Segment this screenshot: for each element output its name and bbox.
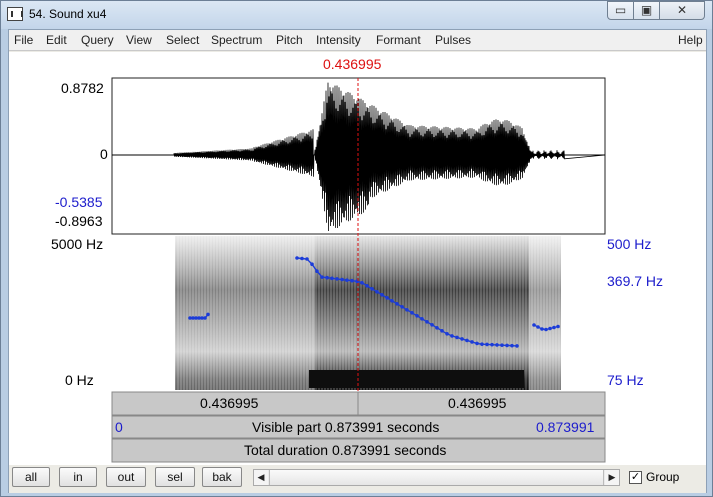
spectrogram-voice-bar [309, 370, 524, 388]
waveform-local-min-label: -0.5385 [55, 194, 103, 210]
zoom-selection-button[interactable]: sel [155, 467, 195, 487]
pitch-value-label: 369.7 Hz [607, 273, 664, 289]
minimize-button[interactable]: ▭ [607, 1, 634, 20]
waveform-zero-label: 0 [100, 146, 108, 162]
zoom-in-button[interactable]: in [59, 467, 97, 487]
time-scrollbar[interactable]: ◀ ▶ [253, 469, 620, 486]
editor-client-area: File Edit Query View Select Spectrum Pit… [8, 29, 707, 493]
freq-bottom-label: 0 Hz [65, 372, 94, 388]
menu-formant[interactable]: Formant [376, 33, 421, 47]
visible-part-label: Visible part 0.873991 seconds [252, 419, 440, 435]
zoom-all-button[interactable]: all [12, 467, 50, 487]
close-button[interactable]: ✕ [659, 1, 705, 20]
waveform-ymax-label: 0.8782 [61, 80, 104, 96]
menu-view[interactable]: View [126, 33, 152, 47]
group-label: Group [646, 470, 680, 484]
praat-sound-window: 54. Sound xu4 ▭ ▣ ✕ File Edit Query View… [0, 0, 713, 497]
pitch-bottom-label: 75 Hz [607, 372, 644, 388]
total-duration-label: Total duration 0.873991 seconds [244, 442, 447, 458]
maximize-button[interactable]: ▣ [633, 1, 660, 20]
right-segment-label: 0.436995 [448, 395, 507, 411]
freq-top-label: 5000 Hz [51, 236, 104, 252]
waveform-ymin-label: -0.8963 [55, 213, 103, 229]
scrollbar-thumb[interactable] [269, 470, 604, 485]
menu-help[interactable]: Help [678, 33, 703, 47]
spectrogram-noise-region [175, 236, 315, 390]
menu-spectrum[interactable]: Spectrum [211, 33, 262, 47]
window-title: 54. Sound xu4 [29, 7, 107, 21]
menu-pitch[interactable]: Pitch [276, 33, 303, 47]
group-checkbox[interactable]: ✓ [629, 471, 642, 484]
visible-start-label: 0 [115, 419, 123, 435]
sound-editor-canvas[interactable]: 0.436995 0.8782 0 -0.5385 -0.8963 5000 H… [9, 52, 706, 465]
menu-file[interactable]: File [14, 33, 33, 47]
menu-bar: File Edit Query View Select Spectrum Pit… [9, 30, 706, 51]
menu-pulses[interactable]: Pulses [435, 33, 471, 47]
bottom-toolbar: all in out sel bak ◀ ▶ ✓ Group [9, 465, 706, 493]
menu-query[interactable]: Query [81, 33, 114, 47]
scroll-left-icon[interactable]: ◀ [254, 470, 268, 485]
app-icon [7, 7, 23, 21]
zoom-back-button[interactable]: bak [202, 467, 242, 487]
menu-edit[interactable]: Edit [46, 33, 67, 47]
cursor-time-label: 0.436995 [323, 56, 382, 72]
scroll-right-icon[interactable]: ▶ [605, 470, 619, 485]
left-segment-label: 0.436995 [200, 395, 259, 411]
editor-drawing[interactable] [9, 52, 706, 465]
pitch-top-label: 500 Hz [607, 236, 652, 252]
visible-end-label: 0.873991 [536, 419, 595, 435]
spectrogram-tail-region [529, 236, 561, 390]
menu-select[interactable]: Select [166, 33, 199, 47]
menu-intensity[interactable]: Intensity [316, 33, 361, 47]
title-bar[interactable]: 54. Sound xu4 ▭ ▣ ✕ [1, 1, 712, 29]
zoom-out-button[interactable]: out [106, 467, 146, 487]
